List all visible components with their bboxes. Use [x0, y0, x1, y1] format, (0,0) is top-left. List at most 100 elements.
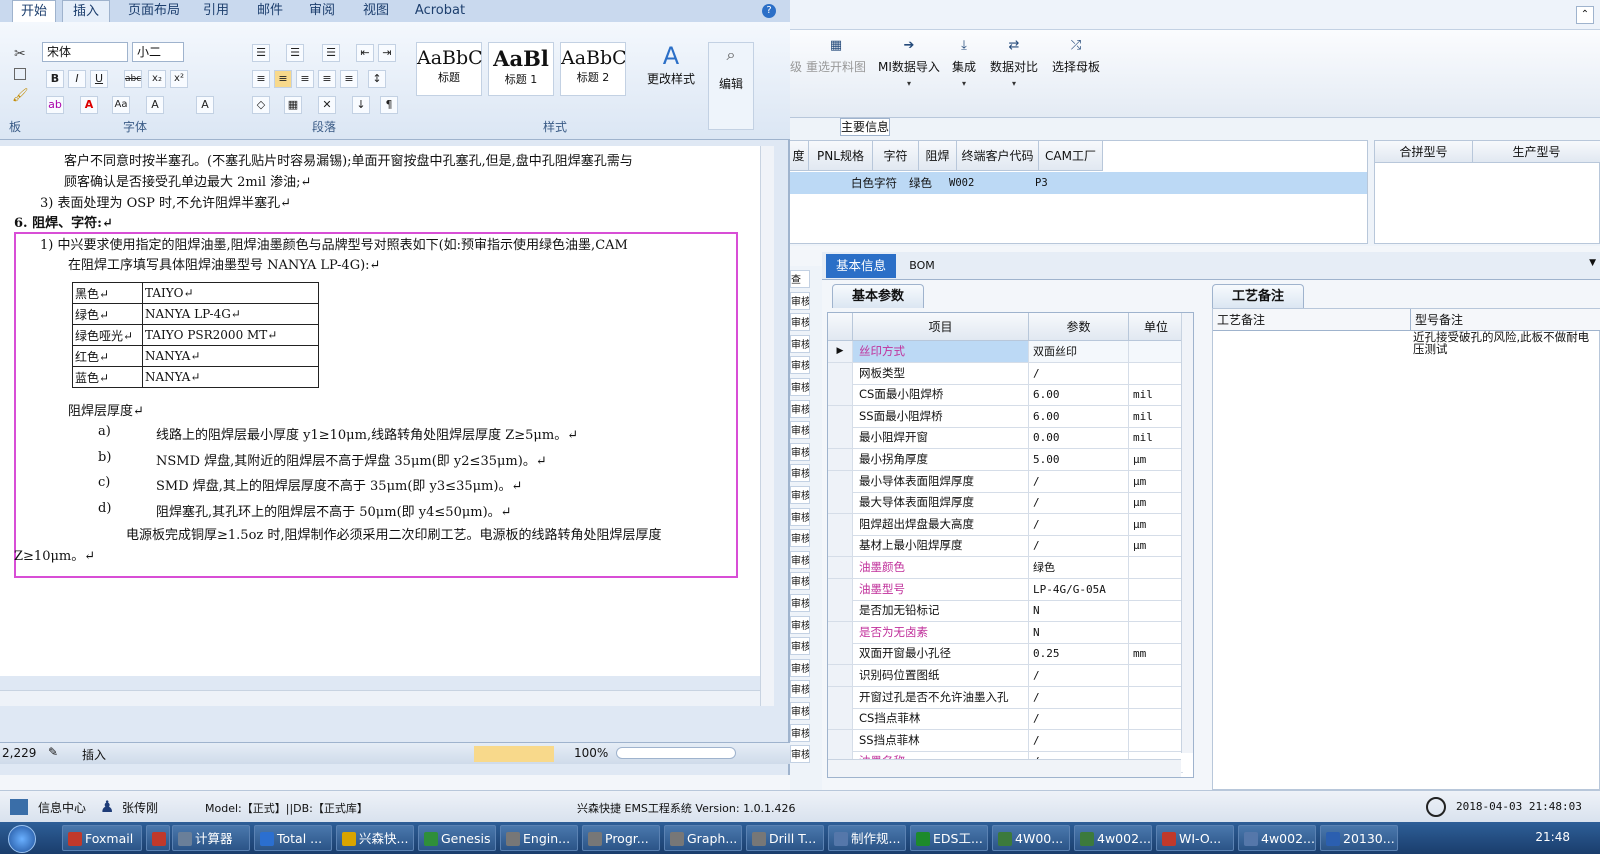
help-icon[interactable]: ? — [762, 4, 776, 18]
taskbar-item[interactable]: 4W00... — [992, 825, 1070, 851]
integrate-button[interactable]: ⤓ 集成 ▾ — [952, 38, 976, 108]
tab-basic-info[interactable]: 基本信息 — [826, 254, 896, 278]
zoom-level[interactable]: 100% — [574, 746, 608, 760]
col-header[interactable]: 度 — [789, 141, 809, 171]
taskbar-item[interactable]: Engin... — [500, 825, 578, 851]
font-name-select[interactable]: 宋体 — [42, 42, 128, 62]
taskbar-item[interactable]: WI-O... — [1156, 825, 1234, 851]
format-painter-icon[interactable]: 🖌 — [12, 88, 29, 103]
proofing-icon[interactable]: ✎ — [48, 745, 58, 759]
review-button[interactable]: 审核 — [790, 637, 810, 656]
start-button[interactable] — [8, 825, 36, 853]
param-row[interactable]: 最小阻焊开窗 0.00 mil — [828, 427, 1183, 450]
sort-icon[interactable]: ↓ — [352, 96, 370, 114]
tab-basic-params[interactable]: 基本参数 — [832, 284, 924, 308]
param-row[interactable]: 最小拐角厚度 5.00 μm — [828, 449, 1183, 471]
tab-layout[interactable]: 页面布局 — [122, 0, 186, 22]
copy-icon[interactable] — [14, 68, 26, 80]
tab-bom[interactable]: BOM — [902, 254, 942, 278]
row-selector[interactable] — [828, 600, 853, 622]
param-value[interactable]: / — [1029, 686, 1129, 708]
tab-craft-notes[interactable]: 工艺备注 — [1212, 284, 1304, 308]
insert-mode[interactable]: 插入 — [82, 746, 106, 763]
view-buttons[interactable] — [474, 746, 554, 762]
reselect-cut-button[interactable]: ▦ 重选开料图 — [806, 38, 866, 108]
row-selector[interactable] — [828, 470, 853, 492]
row-selector[interactable] — [828, 643, 853, 665]
increase-indent-icon[interactable]: ⇥ — [378, 44, 396, 62]
style-title[interactable]: AaBbC 标题 — [416, 42, 483, 96]
style-heading-1[interactable]: AaBl 标题 1 — [488, 42, 554, 96]
param-value[interactable]: 5.00 — [1029, 449, 1129, 470]
param-row[interactable]: 双面开窗最小孔径 0.25 mm — [828, 643, 1183, 666]
italic-button[interactable]: I — [68, 70, 86, 88]
param-row[interactable]: 基材上最小阻焊厚度 / μm — [828, 535, 1183, 558]
param-value[interactable]: / — [1029, 535, 1129, 557]
param-value[interactable]: / — [1029, 492, 1129, 514]
justify-icon[interactable]: ≡ — [318, 70, 336, 88]
param-value[interactable]: 绿色 — [1029, 557, 1129, 578]
param-value[interactable]: / — [1029, 665, 1129, 686]
compare-button[interactable]: ⇄ 数据对比 ▾ — [990, 38, 1038, 108]
param-row[interactable]: 是否为无卤素 N — [828, 621, 1183, 644]
grow-font-button[interactable]: A — [196, 96, 214, 114]
taskbar-item[interactable]: 4w002... — [1238, 825, 1316, 851]
row-selector[interactable] — [828, 535, 853, 557]
param-row[interactable]: 最大导体表面阻焊厚度 / μm — [828, 492, 1183, 515]
bold-button[interactable]: B — [46, 70, 64, 88]
row-selector[interactable] — [828, 405, 853, 427]
col-header[interactable]: 字符 — [873, 141, 919, 171]
taskbar-item[interactable]: Graph... — [664, 825, 742, 851]
param-row[interactable]: 阻焊超出焊盘最大高度 / μm — [828, 513, 1183, 536]
tab-review[interactable]: 审阅 — [302, 0, 342, 22]
taskbar-item[interactable]: EDS工... — [910, 825, 988, 851]
chevron-down-icon[interactable]: ▼ — [1589, 258, 1596, 268]
tab-mail[interactable]: 邮件 — [250, 0, 290, 22]
tab-view[interactable]: 视图 — [356, 0, 396, 22]
tab-acrobat[interactable]: Acrobat — [410, 0, 470, 22]
row-selector[interactable] — [828, 557, 853, 578]
strike-button[interactable]: abc — [124, 70, 142, 88]
param-row[interactable]: 是否加无铅标记 N — [828, 600, 1183, 623]
param-value[interactable]: 0.00 — [1029, 427, 1129, 449]
expand-icon[interactable]: ⌃ — [1576, 6, 1594, 24]
tab-home[interactable]: 开始 — [12, 0, 56, 22]
review-button[interactable]: 审核 — [790, 572, 810, 591]
param-value[interactable]: N — [1029, 600, 1129, 622]
clock-time[interactable]: 21:48 — [1535, 830, 1570, 844]
review-button[interactable]: 审核 — [790, 658, 810, 677]
taskbar-item[interactable]: 4w002... — [1074, 825, 1152, 851]
param-row[interactable]: 开窗过孔是否不允许油墨入孔 / — [828, 686, 1183, 709]
review-button[interactable]: 审核 — [790, 442, 810, 461]
row-selector[interactable] — [828, 427, 853, 449]
row-selector[interactable] — [828, 729, 853, 751]
review-button[interactable]: 审核 — [790, 745, 810, 764]
taskbar-item[interactable]: Foxmail — [62, 825, 142, 851]
param-row[interactable]: 网板类型 / — [828, 362, 1183, 385]
param-row[interactable]: SS面最小阻焊桥 6.00 mil — [828, 405, 1183, 428]
param-row[interactable]: 最小导体表面阻焊厚度 / μm — [828, 470, 1183, 493]
underline-button[interactable]: U — [90, 70, 108, 88]
param-value[interactable]: / — [1029, 362, 1129, 384]
row-selector[interactable] — [828, 621, 853, 643]
row-selector[interactable] — [828, 686, 853, 708]
col-header-unit[interactable]: 单位 — [1129, 313, 1183, 341]
review-button[interactable]: 审核 — [790, 313, 810, 332]
borders-icon[interactable]: ▦ — [284, 96, 302, 114]
asian-layout-icon[interactable]: ✕ — [318, 96, 336, 114]
col-header[interactable]: 阻焊 — [919, 141, 957, 171]
param-row[interactable]: CS面最小阻焊桥 6.00 mil — [828, 384, 1183, 407]
param-value[interactable]: / — [1029, 470, 1129, 492]
param-row[interactable]: 油墨颜色 绿色 — [828, 557, 1183, 579]
superscript-button[interactable]: x² — [170, 70, 188, 88]
font-size-select[interactable]: 小二 — [132, 42, 184, 62]
shading-icon[interactable]: ◇ — [252, 96, 270, 114]
tab-references[interactable]: 引用 — [196, 0, 236, 22]
param-value[interactable]: / — [1029, 729, 1129, 751]
tab-insert[interactable]: 插入 — [62, 0, 110, 22]
taskbar-item[interactable]: Progr... — [582, 825, 660, 851]
taskbar-item[interactable]: Drill T... — [746, 825, 824, 851]
char-shade-button[interactable]: A — [146, 96, 164, 114]
param-value[interactable]: 6.00 — [1029, 405, 1129, 427]
col-header[interactable]: CAM工厂 — [1039, 141, 1103, 171]
